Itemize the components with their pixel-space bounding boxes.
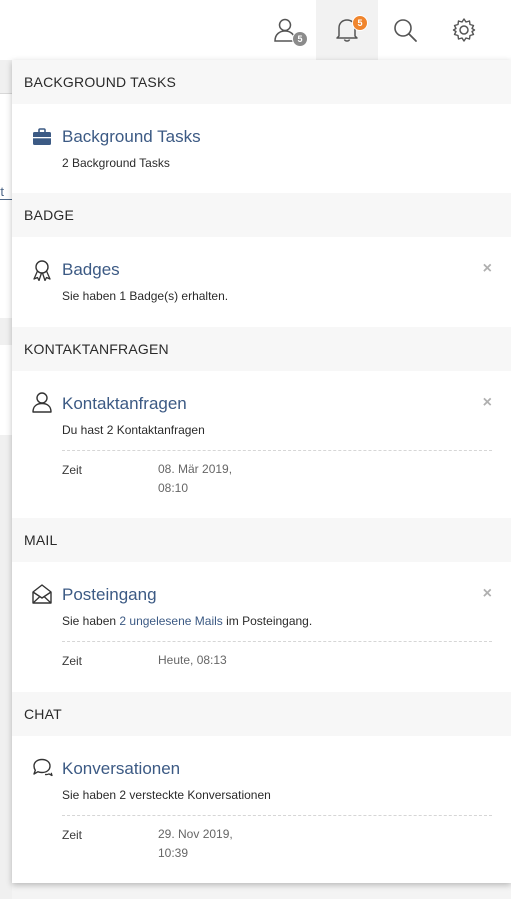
notification-title[interactable]: Konversationen — [62, 736, 511, 779]
time-date: 08. Mär 2019, — [158, 462, 233, 476]
message-text: im Posteingang. — [222, 614, 313, 628]
time-clock: 10:39 — [158, 846, 189, 860]
settings-button[interactable] — [433, 0, 495, 60]
time-label: Zeit — [62, 463, 83, 477]
divider — [62, 450, 492, 451]
background-content-block — [0, 345, 12, 435]
time-clock: 08:10 — [158, 481, 189, 495]
notification-badge[interactable]: Badges Sie haben 1 Badge(s) erhalten. × — [12, 237, 511, 327]
group-heading-mail: MAIL — [12, 518, 511, 562]
notification-title[interactable]: Background Tasks — [62, 104, 511, 147]
dismiss-icon[interactable]: × — [483, 261, 492, 277]
time-label: Zeit — [62, 654, 83, 668]
background-content-block — [0, 93, 12, 318]
notification-message: Sie haben 1 Badge(s) erhalten. — [62, 289, 229, 303]
unread-mails-link[interactable]: 2 ungelesene Mails — [119, 614, 222, 628]
notification-title[interactable]: Kontaktanfragen — [62, 371, 511, 414]
background-link[interactable]: rt — [0, 184, 12, 200]
message-text: Sie haben — [62, 614, 120, 628]
envelope-icon — [32, 584, 52, 604]
notification-message: 2 Background Tasks — [62, 156, 170, 170]
notification-mail[interactable]: Posteingang Sie haben 2 ungelesene Mails… — [12, 562, 511, 692]
contacts-button[interactable]: 5 — [254, 0, 316, 60]
time-value: 29. Nov 2019, 10:39 — [158, 825, 233, 863]
group-heading-badge: BADGE — [12, 193, 511, 237]
contacts-count-badge: 5 — [292, 31, 308, 47]
dismiss-icon[interactable]: × — [483, 586, 492, 602]
divider — [62, 641, 492, 642]
notification-message: Du hast 2 Kontaktanfragen — [62, 423, 205, 437]
dismiss-icon[interactable]: × — [483, 395, 492, 411]
notification-contacts[interactable]: Kontaktanfragen Du hast 2 Kontaktanfrage… — [12, 371, 511, 518]
background-divider — [0, 93, 12, 94]
search-button[interactable] — [374, 0, 436, 60]
gear-icon — [452, 18, 476, 42]
notification-title[interactable]: Posteingang — [62, 562, 511, 605]
notification-message: Sie haben 2 ungelesene Mails im Posteing… — [62, 605, 511, 628]
time-label: Zeit — [62, 828, 83, 842]
award-ribbon-icon — [33, 260, 51, 281]
time-value: Heute, 08:13 — [158, 653, 227, 667]
time-value: 08. Mär 2019, 08:10 — [158, 460, 232, 498]
group-heading-background-tasks: BACKGROUND TASKS — [12, 60, 511, 104]
notification-background-tasks[interactable]: Background Tasks 2 Background Tasks — [12, 104, 511, 193]
notification-chat[interactable]: Konversationen Sie haben 2 versteckte Ko… — [12, 736, 511, 883]
notifications-dropdown: BACKGROUND TASKS Background Tasks 2 Back… — [12, 60, 511, 883]
briefcase-icon — [33, 128, 51, 145]
group-heading-chat: CHAT — [12, 692, 511, 736]
search-icon — [394, 19, 417, 42]
notification-title[interactable]: Badges — [62, 237, 511, 280]
divider — [62, 815, 492, 816]
group-heading-contacts: KONTAKTANFRAGEN — [12, 327, 511, 371]
notifications-button[interactable]: 5 — [316, 0, 378, 60]
time-date: 29. Nov 2019, — [158, 827, 233, 841]
top-bar: 5 5 — [0, 0, 511, 60]
notification-message: Sie haben 2 versteckte Konversationen — [62, 788, 271, 802]
contact-request-icon — [32, 392, 52, 413]
notifications-count-badge: 5 — [352, 15, 368, 31]
chat-bubbles-icon — [33, 758, 53, 777]
